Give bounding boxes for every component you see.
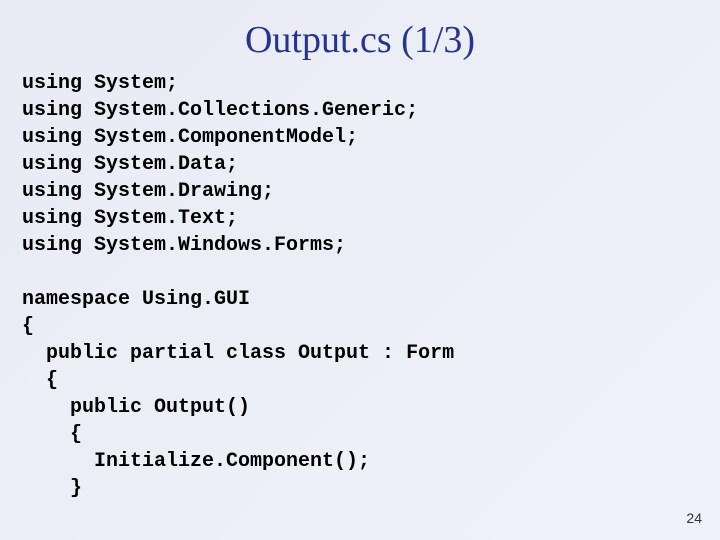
slide-title: Output.cs (1/3) <box>0 0 720 70</box>
code-block: using System; using System.Collections.G… <box>0 70 720 502</box>
page-number: 24 <box>686 510 702 526</box>
